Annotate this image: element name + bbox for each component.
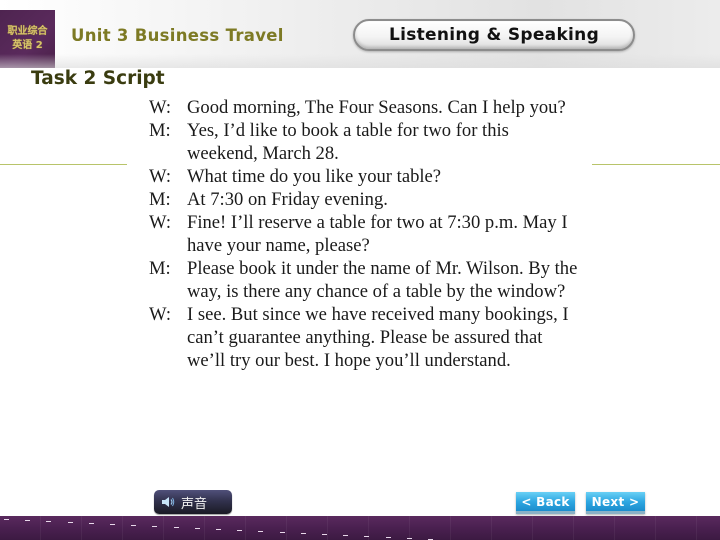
section-label: Listening & Speaking xyxy=(353,19,635,51)
footer-dash-decoration xyxy=(25,520,31,521)
divider-left xyxy=(0,164,127,165)
speaker-label: W: xyxy=(149,97,172,118)
footer-dash-decoration xyxy=(67,522,73,523)
speaker-icon xyxy=(162,497,175,507)
dialogue-text: Fine! I’ll reserve a table for two at 7:… xyxy=(187,212,568,256)
footer-dash-decoration xyxy=(385,537,391,538)
speaker-label: W: xyxy=(149,166,172,187)
next-button[interactable]: Next > xyxy=(586,492,645,514)
footer-dash-decoration xyxy=(364,536,370,537)
dialogue-script: W: Good morning, The Four Seasons. Can I… xyxy=(149,96,579,372)
dialogue-text: I see. But since we have received many b… xyxy=(187,304,569,371)
course-logo: 职业综合 英语 2 xyxy=(0,10,55,68)
dialogue-turn: W: I see. But since we have received man… xyxy=(149,303,579,372)
footer-dash-decoration xyxy=(110,524,115,525)
speaker-label: W: xyxy=(149,212,172,233)
divider-right xyxy=(592,164,720,165)
dialogue-turn: W: What time do you like your table? xyxy=(149,165,579,188)
logo-line-1: 职业综合 xyxy=(7,26,48,37)
dialogue-turn: M: Please book it under the name of Mr. … xyxy=(149,257,579,303)
footer-dash-decoration xyxy=(322,534,327,535)
footer-dash-decoration xyxy=(88,523,94,524)
speaker-label: M: xyxy=(149,258,171,279)
dialogue-turn: W: Good morning, The Four Seasons. Can I… xyxy=(149,96,579,119)
speaker-label: M: xyxy=(149,120,171,141)
footer-dash-decoration xyxy=(406,538,412,539)
dialogue-turn: M: Yes, I’d like to book a table for two… xyxy=(149,119,579,165)
logo-line-2: 英语 2 xyxy=(12,40,43,51)
footer-dash-decoration xyxy=(343,535,349,536)
footer-dash-decoration xyxy=(46,521,52,522)
dialogue-text: At 7:30 on Friday evening. xyxy=(187,189,388,210)
header-bar: 职业综合 英语 2 Unit 3 Business Travel Listeni… xyxy=(0,0,720,68)
footer-dash-decoration xyxy=(279,532,285,533)
footer-dash-decoration xyxy=(194,528,200,529)
footer-dash-decoration xyxy=(152,526,158,527)
dialogue-turn: W: Fine! I’ll reserve a table for two at… xyxy=(149,211,579,257)
dialogue-text: What time do you like your table? xyxy=(187,166,442,187)
footer-dash-decoration xyxy=(173,527,179,528)
dialogue-text: Good morning, The Four Seasons. Can I he… xyxy=(187,97,566,118)
footer-dash-decoration xyxy=(131,525,137,526)
sound-button[interactable]: 声音 xyxy=(154,490,232,514)
footer-dash-decoration xyxy=(216,529,221,530)
speaker-label: M: xyxy=(149,189,171,210)
speaker-label: W: xyxy=(149,304,172,325)
footer-dash-decoration xyxy=(258,531,264,532)
footer-dash-decoration xyxy=(300,533,306,534)
back-button[interactable]: < Back xyxy=(516,492,575,514)
sound-button-label: 声音 xyxy=(181,496,208,512)
footer-bar xyxy=(0,516,720,540)
dialogue-turn: M: At 7:30 on Friday evening. xyxy=(149,188,579,211)
page-title: Task 2 Script xyxy=(31,68,165,89)
dialogue-text: Yes, I’d like to book a table for two fo… xyxy=(187,120,509,164)
unit-title: Unit 3 Business Travel xyxy=(71,26,284,45)
footer-dash-decoration xyxy=(4,519,9,520)
footer-dash-decoration xyxy=(237,530,243,531)
dialogue-text: Please book it under the name of Mr. Wil… xyxy=(187,258,578,302)
